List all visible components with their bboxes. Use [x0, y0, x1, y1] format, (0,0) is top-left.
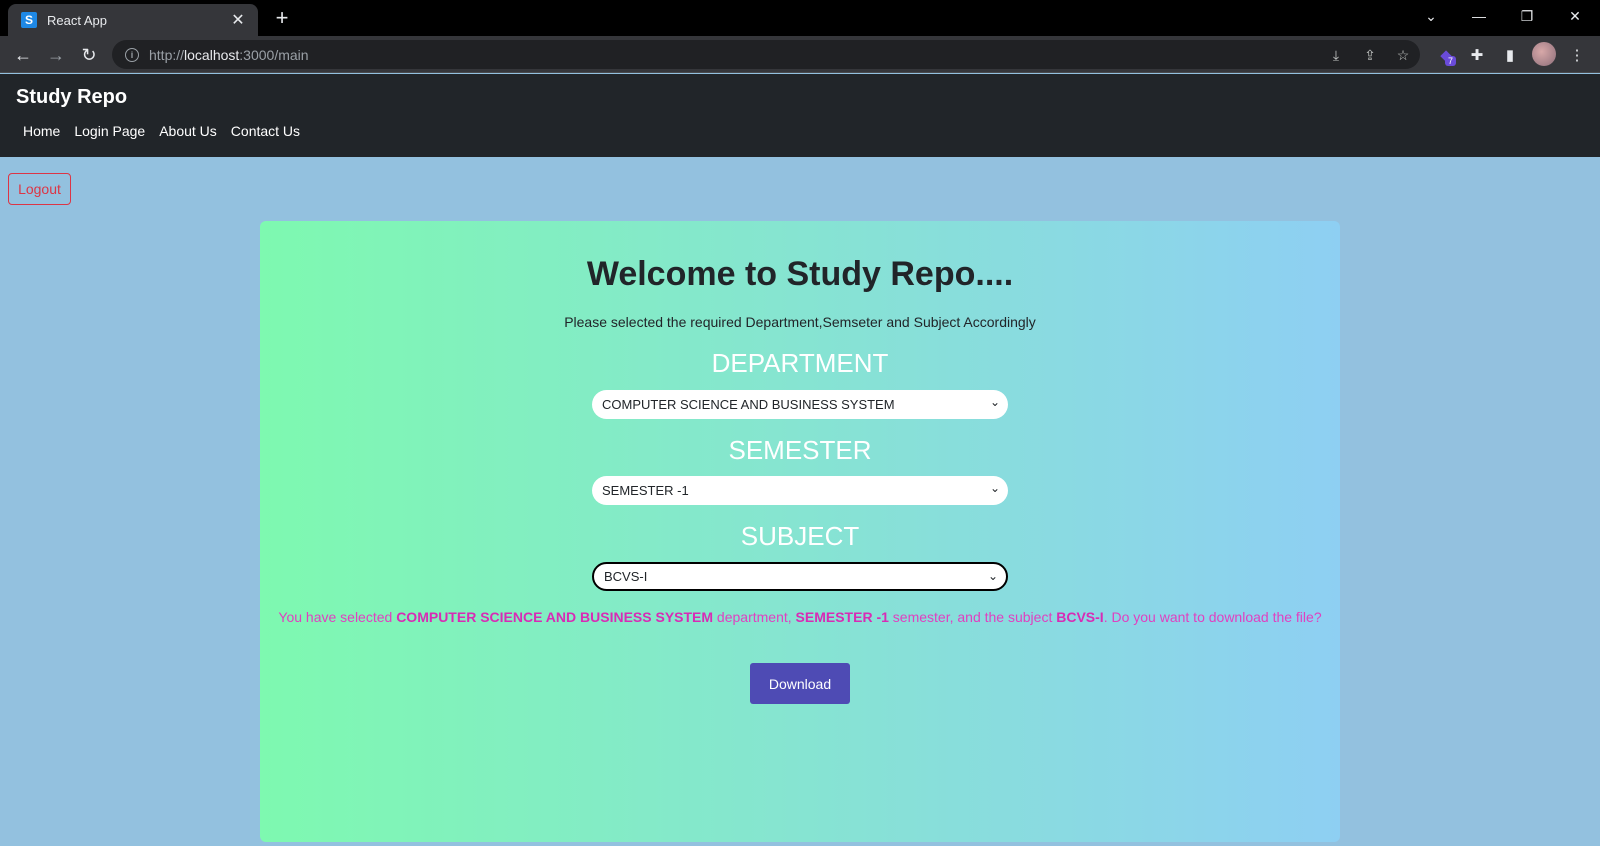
summary-department: COMPUTER SCIENCE AND BUSINESS SYSTEM [396, 609, 714, 625]
back-icon[interactable]: ← [10, 42, 36, 68]
selection-card: Welcome to Study Repo.... Please selecte… [260, 221, 1340, 842]
department-select-value: COMPUTER SCIENCE AND BUSINESS SYSTEM [602, 397, 895, 412]
install-app-icon[interactable]: ⤓ [1326, 45, 1346, 65]
nav-link-about[interactable]: About Us [159, 123, 217, 139]
subject-label: SUBJECT [740, 521, 860, 551]
share-icon[interactable]: ⇪ [1360, 45, 1380, 65]
page-subtitle: Please selected the required Department,… [564, 314, 1036, 330]
browser-menu-icon[interactable]: ⋮ [1565, 43, 1589, 67]
minimize-icon[interactable]: — [1456, 0, 1502, 32]
semester-select-value: SEMESTER -1 [602, 483, 689, 498]
download-button[interactable]: Download [750, 663, 850, 704]
extension-badge: 7 [1445, 56, 1457, 66]
tab-title: React App [47, 12, 107, 28]
nav-link-contact[interactable]: Contact Us [231, 123, 300, 139]
selection-summary: You have selected COMPUTER SCIENCE AND B… [278, 609, 1322, 625]
browser-tab-bar: S React App ✕ + ⌄ — ❐ ✕ [0, 0, 1600, 36]
url-text: http://localhost:3000/main [149, 46, 309, 63]
summary-semester: SEMESTER -1 [795, 609, 889, 625]
app-navbar: Study Repo Home Login Page About Us Cont… [0, 74, 1600, 157]
subject-select[interactable]: BCVS-I ⌄ [592, 562, 1008, 591]
semester-select[interactable]: SEMESTER -1 ⌄ [592, 476, 1008, 505]
react-app-favicon-icon: S [21, 12, 37, 28]
browser-tab[interactable]: S React App ✕ [8, 4, 258, 36]
close-window-icon[interactable]: ✕ [1552, 0, 1598, 32]
nav-link-home[interactable]: Home [23, 123, 60, 139]
restore-icon[interactable]: ❐ [1504, 0, 1550, 32]
brand-title[interactable]: Study Repo [16, 86, 127, 109]
page-title: Welcome to Study Repo.... [586, 255, 1014, 293]
profile-avatar[interactable] [1532, 42, 1556, 66]
semester-label: SEMESTER [728, 435, 872, 465]
nav-links: Home Login Page About Us Contact Us [23, 123, 300, 139]
site-info-icon[interactable]: i [125, 47, 139, 62]
logout-button[interactable]: Logout [8, 173, 71, 205]
side-panel-icon[interactable]: ▮ [1498, 43, 1522, 67]
nav-link-login[interactable]: Login Page [74, 123, 145, 139]
extensions-puzzle-icon[interactable]: ✚ [1465, 43, 1489, 67]
department-label: DEPARTMENT [711, 348, 889, 378]
tab-search-chevron-icon[interactable]: ⌄ [1408, 0, 1454, 32]
summary-subject: BCVS-I [1056, 609, 1104, 625]
close-tab-icon[interactable]: ✕ [228, 10, 248, 30]
subject-select-value: BCVS-I [604, 569, 648, 584]
address-bar[interactable]: i http://localhost:3000/main ⤓ ⇪ ☆ [112, 40, 1420, 69]
chevron-down-icon: ⌄ [989, 395, 1000, 409]
reload-icon[interactable]: ↻ [76, 42, 102, 68]
new-tab-icon[interactable]: + [270, 6, 294, 30]
chevron-down-icon: ⌄ [987, 569, 998, 583]
browser-toolbar: ← → ↻ i http://localhost:3000/main ⤓ ⇪ ☆… [0, 36, 1600, 73]
bookmark-star-icon[interactable]: ☆ [1393, 45, 1413, 65]
forward-icon[interactable]: → [43, 42, 69, 68]
department-select[interactable]: COMPUTER SCIENCE AND BUSINESS SYSTEM ⌄ [592, 390, 1008, 419]
chevron-down-icon: ⌄ [989, 481, 1000, 495]
